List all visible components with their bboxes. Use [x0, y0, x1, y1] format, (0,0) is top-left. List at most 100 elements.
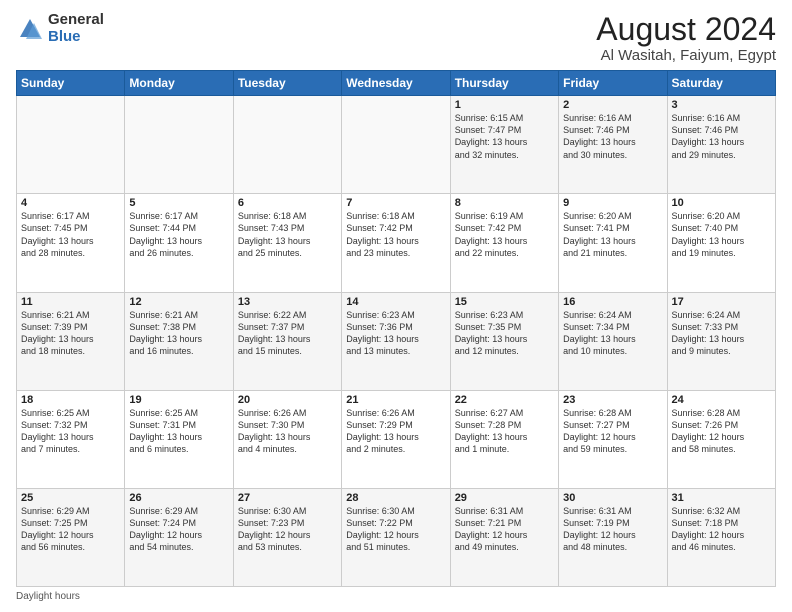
- calendar-week-row: 18Sunrise: 6:25 AM Sunset: 7:32 PM Dayli…: [17, 390, 776, 488]
- calendar-cell: 1Sunrise: 6:15 AM Sunset: 7:47 PM Daylig…: [450, 96, 558, 194]
- calendar-cell: 12Sunrise: 6:21 AM Sunset: 7:38 PM Dayli…: [125, 292, 233, 390]
- day-number: 26: [129, 492, 228, 504]
- day-info: Sunrise: 6:24 AM Sunset: 7:33 PM Dayligh…: [672, 309, 771, 358]
- day-info: Sunrise: 6:17 AM Sunset: 7:44 PM Dayligh…: [129, 210, 228, 259]
- day-number: 11: [21, 296, 120, 308]
- day-number: 15: [455, 296, 554, 308]
- calendar-cell: 26Sunrise: 6:29 AM Sunset: 7:24 PM Dayli…: [125, 488, 233, 586]
- day-info: Sunrise: 6:25 AM Sunset: 7:32 PM Dayligh…: [21, 407, 120, 456]
- footer: Daylight hours: [16, 591, 776, 602]
- day-info: Sunrise: 6:22 AM Sunset: 7:37 PM Dayligh…: [238, 309, 337, 358]
- day-info: Sunrise: 6:21 AM Sunset: 7:39 PM Dayligh…: [21, 309, 120, 358]
- day-number: 10: [672, 197, 771, 209]
- calendar-header-wednesday: Wednesday: [342, 71, 450, 96]
- day-number: 3: [672, 99, 771, 111]
- day-info: Sunrise: 6:25 AM Sunset: 7:31 PM Dayligh…: [129, 407, 228, 456]
- calendar-cell: [17, 96, 125, 194]
- day-info: Sunrise: 6:27 AM Sunset: 7:28 PM Dayligh…: [455, 407, 554, 456]
- day-info: Sunrise: 6:26 AM Sunset: 7:30 PM Dayligh…: [238, 407, 337, 456]
- day-info: Sunrise: 6:23 AM Sunset: 7:35 PM Dayligh…: [455, 309, 554, 358]
- day-info: Sunrise: 6:26 AM Sunset: 7:29 PM Dayligh…: [346, 407, 445, 456]
- calendar-cell: 19Sunrise: 6:25 AM Sunset: 7:31 PM Dayli…: [125, 390, 233, 488]
- day-info: Sunrise: 6:17 AM Sunset: 7:45 PM Dayligh…: [21, 210, 120, 259]
- calendar-cell: 9Sunrise: 6:20 AM Sunset: 7:41 PM Daylig…: [559, 194, 667, 292]
- calendar-cell: 15Sunrise: 6:23 AM Sunset: 7:35 PM Dayli…: [450, 292, 558, 390]
- calendar-cell: 31Sunrise: 6:32 AM Sunset: 7:18 PM Dayli…: [667, 488, 775, 586]
- day-number: 31: [672, 492, 771, 504]
- day-number: 1: [455, 99, 554, 111]
- calendar-header-row: SundayMondayTuesdayWednesdayThursdayFrid…: [17, 71, 776, 96]
- calendar-week-row: 11Sunrise: 6:21 AM Sunset: 7:39 PM Dayli…: [17, 292, 776, 390]
- day-info: Sunrise: 6:16 AM Sunset: 7:46 PM Dayligh…: [672, 112, 771, 161]
- calendar-cell: 20Sunrise: 6:26 AM Sunset: 7:30 PM Dayli…: [233, 390, 341, 488]
- calendar-cell: 13Sunrise: 6:22 AM Sunset: 7:37 PM Dayli…: [233, 292, 341, 390]
- day-number: 17: [672, 296, 771, 308]
- day-number: 23: [563, 394, 662, 406]
- calendar-week-row: 25Sunrise: 6:29 AM Sunset: 7:25 PM Dayli…: [17, 488, 776, 586]
- day-number: 30: [563, 492, 662, 504]
- calendar-cell: 23Sunrise: 6:28 AM Sunset: 7:27 PM Dayli…: [559, 390, 667, 488]
- day-number: 16: [563, 296, 662, 308]
- day-number: 14: [346, 296, 445, 308]
- main-title: August 2024: [596, 12, 776, 47]
- day-info: Sunrise: 6:32 AM Sunset: 7:18 PM Dayligh…: [672, 505, 771, 554]
- day-number: 12: [129, 296, 228, 308]
- calendar-cell: 16Sunrise: 6:24 AM Sunset: 7:34 PM Dayli…: [559, 292, 667, 390]
- day-number: 7: [346, 197, 445, 209]
- calendar-cell: 2Sunrise: 6:16 AM Sunset: 7:46 PM Daylig…: [559, 96, 667, 194]
- logo: General Blue: [16, 12, 104, 45]
- day-number: 20: [238, 394, 337, 406]
- calendar-cell: 21Sunrise: 6:26 AM Sunset: 7:29 PM Dayli…: [342, 390, 450, 488]
- sub-title: Al Wasitah, Faiyum, Egypt: [596, 47, 776, 64]
- day-number: 19: [129, 394, 228, 406]
- day-number: 22: [455, 394, 554, 406]
- day-info: Sunrise: 6:30 AM Sunset: 7:23 PM Dayligh…: [238, 505, 337, 554]
- day-info: Sunrise: 6:16 AM Sunset: 7:46 PM Dayligh…: [563, 112, 662, 161]
- day-info: Sunrise: 6:31 AM Sunset: 7:19 PM Dayligh…: [563, 505, 662, 554]
- day-number: 8: [455, 197, 554, 209]
- calendar-cell: 10Sunrise: 6:20 AM Sunset: 7:40 PM Dayli…: [667, 194, 775, 292]
- day-number: 6: [238, 197, 337, 209]
- day-info: Sunrise: 6:23 AM Sunset: 7:36 PM Dayligh…: [346, 309, 445, 358]
- calendar-cell: 11Sunrise: 6:21 AM Sunset: 7:39 PM Dayli…: [17, 292, 125, 390]
- day-number: 9: [563, 197, 662, 209]
- calendar-cell: [342, 96, 450, 194]
- calendar-header-tuesday: Tuesday: [233, 71, 341, 96]
- calendar-header-sunday: Sunday: [17, 71, 125, 96]
- calendar-cell: 7Sunrise: 6:18 AM Sunset: 7:42 PM Daylig…: [342, 194, 450, 292]
- calendar-cell: 22Sunrise: 6:27 AM Sunset: 7:28 PM Dayli…: [450, 390, 558, 488]
- day-number: 28: [346, 492, 445, 504]
- day-number: 5: [129, 197, 228, 209]
- calendar-cell: 24Sunrise: 6:28 AM Sunset: 7:26 PM Dayli…: [667, 390, 775, 488]
- day-info: Sunrise: 6:19 AM Sunset: 7:42 PM Dayligh…: [455, 210, 554, 259]
- calendar-cell: 27Sunrise: 6:30 AM Sunset: 7:23 PM Dayli…: [233, 488, 341, 586]
- day-info: Sunrise: 6:18 AM Sunset: 7:42 PM Dayligh…: [346, 210, 445, 259]
- day-info: Sunrise: 6:20 AM Sunset: 7:41 PM Dayligh…: [563, 210, 662, 259]
- calendar-header-saturday: Saturday: [667, 71, 775, 96]
- calendar-cell: [125, 96, 233, 194]
- header: General Blue August 2024 Al Wasitah, Fai…: [16, 12, 776, 64]
- day-info: Sunrise: 6:29 AM Sunset: 7:25 PM Dayligh…: [21, 505, 120, 554]
- day-info: Sunrise: 6:21 AM Sunset: 7:38 PM Dayligh…: [129, 309, 228, 358]
- day-number: 25: [21, 492, 120, 504]
- day-info: Sunrise: 6:15 AM Sunset: 7:47 PM Dayligh…: [455, 112, 554, 161]
- page: General Blue August 2024 Al Wasitah, Fai…: [0, 0, 792, 612]
- logo-general: General: [48, 12, 104, 29]
- day-number: 29: [455, 492, 554, 504]
- calendar-cell: 8Sunrise: 6:19 AM Sunset: 7:42 PM Daylig…: [450, 194, 558, 292]
- day-number: 21: [346, 394, 445, 406]
- calendar-cell: 5Sunrise: 6:17 AM Sunset: 7:44 PM Daylig…: [125, 194, 233, 292]
- day-number: 13: [238, 296, 337, 308]
- logo-text: General Blue: [48, 12, 104, 45]
- day-info: Sunrise: 6:18 AM Sunset: 7:43 PM Dayligh…: [238, 210, 337, 259]
- day-number: 2: [563, 99, 662, 111]
- title-block: August 2024 Al Wasitah, Faiyum, Egypt: [596, 12, 776, 64]
- calendar-cell: 29Sunrise: 6:31 AM Sunset: 7:21 PM Dayli…: [450, 488, 558, 586]
- day-number: 4: [21, 197, 120, 209]
- calendar-cell: 18Sunrise: 6:25 AM Sunset: 7:32 PM Dayli…: [17, 390, 125, 488]
- calendar-week-row: 4Sunrise: 6:17 AM Sunset: 7:45 PM Daylig…: [17, 194, 776, 292]
- day-info: Sunrise: 6:28 AM Sunset: 7:26 PM Dayligh…: [672, 407, 771, 456]
- day-info: Sunrise: 6:30 AM Sunset: 7:22 PM Dayligh…: [346, 505, 445, 554]
- calendar-cell: 14Sunrise: 6:23 AM Sunset: 7:36 PM Dayli…: [342, 292, 450, 390]
- logo-icon: [16, 15, 44, 43]
